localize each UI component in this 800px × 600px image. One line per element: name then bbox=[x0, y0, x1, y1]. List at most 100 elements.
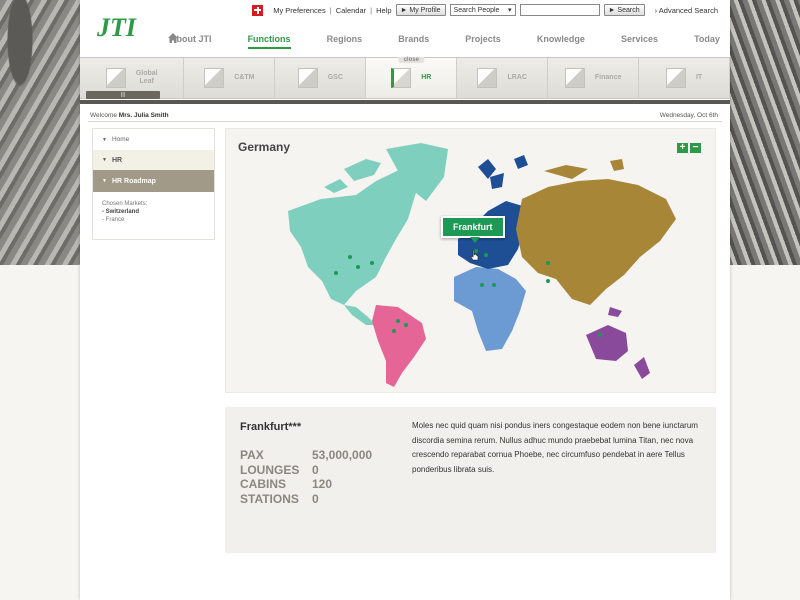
nav-today[interactable]: Today bbox=[694, 34, 720, 50]
sidebar-item-hr[interactable]: ▼ HR bbox=[93, 150, 214, 170]
zoom-in-button[interactable]: + bbox=[677, 143, 688, 153]
region-europe-north bbox=[478, 155, 528, 189]
nav-projects[interactable]: Projects bbox=[465, 34, 501, 50]
cube-icon bbox=[564, 68, 585, 88]
stat-label: LOUNGES bbox=[240, 462, 300, 477]
subnav-label: GSC bbox=[327, 74, 343, 81]
region-north-america bbox=[288, 169, 421, 305]
stat-label: CABINS bbox=[240, 477, 287, 492]
svg-text:JTI: JTI bbox=[96, 13, 137, 42]
search-scope-select[interactable]: Search People ▾ bbox=[449, 4, 516, 16]
market-marker bbox=[484, 253, 488, 257]
nav-knowledge[interactable]: Knowledge bbox=[537, 34, 585, 50]
welcome-prefix: Welcome bbox=[90, 112, 117, 119]
region-asia bbox=[516, 179, 676, 305]
market-marker bbox=[356, 265, 360, 269]
search-input[interactable] bbox=[519, 4, 600, 16]
market-item[interactable]: - Switzerland bbox=[102, 208, 214, 216]
chevron-right-icon: › bbox=[654, 5, 658, 15]
subnav-ctm[interactable]: C&TM bbox=[184, 58, 276, 98]
subnav-finance[interactable]: Finance bbox=[548, 58, 640, 98]
sidebar-item-hr-roadmap[interactable]: ▼ HR Roadmap bbox=[93, 170, 214, 192]
triangle-down-icon: ▼ bbox=[102, 136, 107, 143]
region-oceania bbox=[586, 307, 650, 379]
separator: | bbox=[329, 5, 332, 15]
location-stats: PAX 53,000,000 LOUNGES 0 CABINS 120 STAT… bbox=[240, 448, 372, 507]
stat-value: 53,000,000 bbox=[312, 448, 373, 462]
subnav-hr[interactable]: close HR bbox=[366, 57, 458, 98]
nav-functions[interactable]: Functions bbox=[247, 34, 291, 50]
search-button[interactable]: ► Search bbox=[603, 4, 645, 16]
my-preferences-link[interactable]: My Preferences bbox=[273, 6, 326, 15]
background-photo-left bbox=[0, 0, 82, 265]
stat-value: 0 bbox=[312, 492, 319, 507]
world-map[interactable] bbox=[226, 129, 717, 394]
search-button-label: Search bbox=[617, 7, 640, 14]
nav-about-jti[interactable]: About JTI bbox=[170, 34, 212, 50]
sidebar-item-label: Home bbox=[111, 136, 130, 143]
zoom-out-button[interactable]: − bbox=[690, 143, 701, 153]
map-tooltip[interactable]: Frankfurt bbox=[441, 216, 505, 243]
nav-brands[interactable]: Brands bbox=[398, 34, 429, 50]
stat-row: CABINS 120 bbox=[240, 477, 372, 492]
help-link[interactable]: Help bbox=[376, 6, 391, 15]
hand-cursor-icon bbox=[470, 249, 479, 261]
welcome-text: Welcome Mrs. Julia Smith bbox=[90, 112, 169, 119]
triangle-down-icon: ▼ bbox=[102, 157, 107, 163]
stat-value: 120 bbox=[312, 477, 333, 492]
market-marker bbox=[480, 283, 484, 287]
subnav-label: HR bbox=[421, 74, 432, 81]
subnav-it[interactable]: IT bbox=[639, 58, 731, 98]
stat-label: PAX bbox=[240, 448, 264, 462]
market-marker bbox=[492, 283, 496, 287]
location-title: Frankfurt*** bbox=[240, 421, 302, 433]
market-item[interactable]: - France bbox=[102, 216, 214, 224]
current-date: Wednesday, Oct 6th bbox=[659, 112, 718, 119]
location-info-panel: Frankfurt*** PAX 53,000,000 LOUNGES 0 CA… bbox=[225, 407, 716, 553]
nav-regions[interactable]: Regions bbox=[327, 34, 363, 50]
zoom-controls: + − bbox=[677, 143, 701, 153]
chosen-markets: Chosen Markets: - Switzerland - France bbox=[93, 192, 214, 224]
stat-row: STATIONS 0 bbox=[240, 492, 372, 507]
subnav-shadow bbox=[80, 100, 730, 104]
swiss-flag-icon[interactable] bbox=[252, 4, 264, 16]
market-marker bbox=[404, 323, 408, 327]
my-profile-button[interactable]: ► My Profile bbox=[395, 4, 446, 16]
sidebar: ▼ Home ▼ HR ▼ HR Roadmap Chosen Markets:… bbox=[92, 128, 215, 240]
user-name: Mrs. Julia Smith bbox=[118, 112, 169, 119]
stat-label: STATIONS bbox=[240, 492, 299, 507]
region-asia-north bbox=[544, 159, 624, 179]
market-marker bbox=[598, 333, 602, 337]
nav-services[interactable]: Services bbox=[621, 34, 658, 50]
header: JTI My Preferences | Calendar | Help ► M… bbox=[80, 0, 730, 52]
subnav-lrac[interactable]: LRAC bbox=[457, 58, 549, 98]
sidebar-item-label: HR Roadmap bbox=[111, 177, 156, 185]
chosen-markets-title: Chosen Markets: bbox=[102, 201, 148, 207]
sidebar-item-home[interactable]: ▼ Home bbox=[93, 129, 214, 150]
calendar-link[interactable]: Calendar bbox=[336, 6, 366, 15]
subnav-label: Finance bbox=[594, 74, 622, 81]
market-marker bbox=[546, 279, 550, 283]
stat-row: LOUNGES 0 bbox=[240, 463, 372, 478]
function-subnav: Global Leaf C&TM GSC close HR LRAC Financ… bbox=[80, 57, 731, 99]
subnav-gsc[interactable]: GSC bbox=[275, 58, 367, 98]
close-tab[interactable]: close bbox=[398, 57, 424, 63]
background-photo-right bbox=[728, 0, 800, 265]
cube-icon bbox=[297, 68, 318, 88]
cube-icon bbox=[105, 68, 126, 88]
triangle-down-icon: ▼ bbox=[102, 178, 107, 184]
market-marker bbox=[396, 319, 400, 323]
region-africa bbox=[454, 267, 526, 351]
subnav-label: LRAC bbox=[507, 74, 527, 81]
advanced-search-link[interactable]: › Advanced Search bbox=[655, 6, 718, 15]
cube-icon bbox=[665, 68, 686, 88]
search-scope-value: Search People bbox=[453, 6, 500, 14]
sidebar-item-label: HR bbox=[111, 156, 123, 164]
subnav-label: C&TM bbox=[234, 74, 255, 81]
subnav-scroll-handle[interactable]: ||| bbox=[86, 91, 160, 99]
market-marker bbox=[392, 329, 396, 333]
cube-icon bbox=[477, 68, 498, 88]
region-south-america bbox=[372, 305, 426, 387]
utility-bar: My Preferences | Calendar | Help ► My Pr… bbox=[252, 3, 718, 17]
jti-logo[interactable]: JTI bbox=[96, 9, 138, 43]
